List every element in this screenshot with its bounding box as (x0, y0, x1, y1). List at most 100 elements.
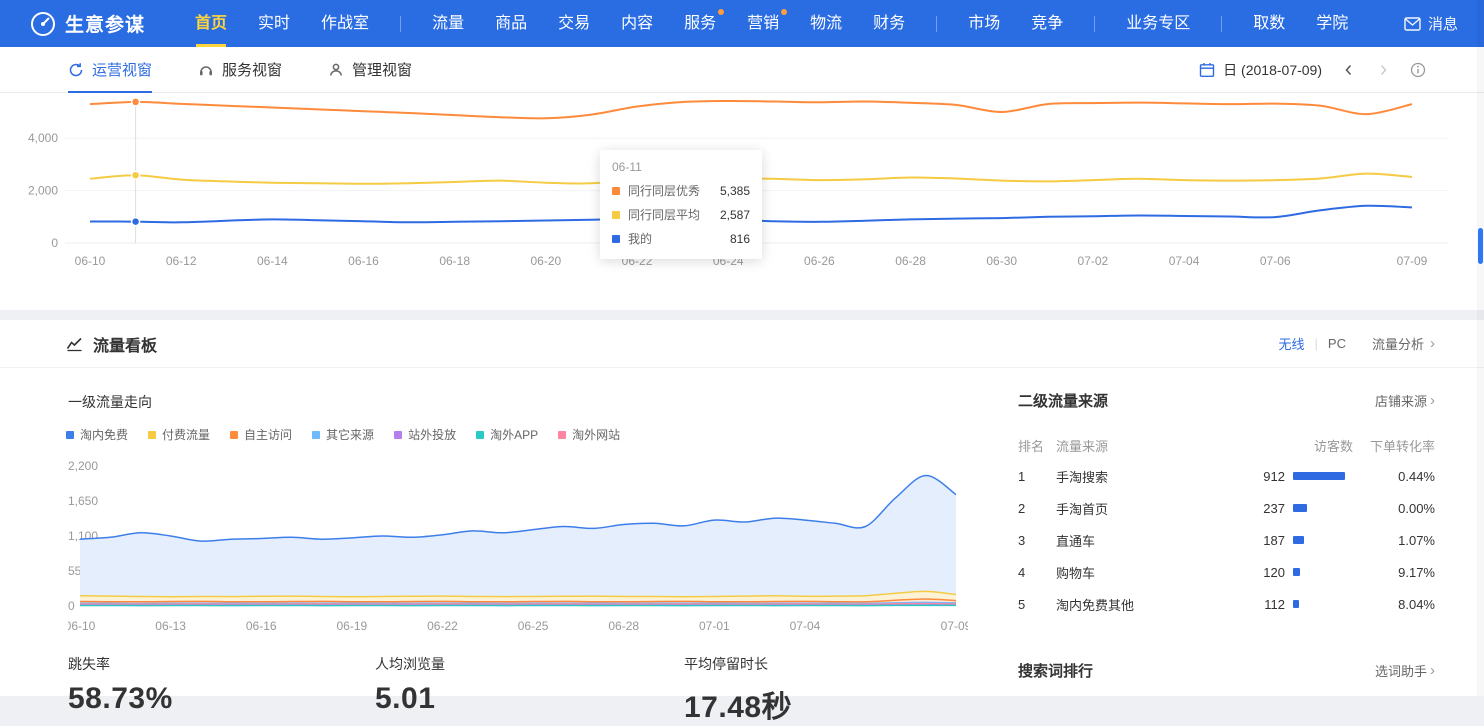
nav-item-13[interactable]: 市场 (968, 0, 1000, 47)
line-chart-icon (66, 335, 83, 352)
scrollbar-thumb[interactable] (1478, 228, 1483, 264)
metric-value: 58.73% (68, 682, 173, 716)
nav-item-14[interactable]: 竞争 (1031, 0, 1063, 47)
table-row[interactable]: 3直通车1871.07% (1018, 524, 1435, 556)
word-helper-link[interactable]: 选词助手 (1375, 661, 1435, 680)
source-cell: 直通车 (1056, 531, 1235, 550)
info-icon[interactable] (1410, 62, 1426, 78)
table-row[interactable]: 4购物车1209.17% (1018, 556, 1435, 588)
rank-cell: 1 (1018, 469, 1056, 484)
nav-item-8[interactable]: 服务 (684, 0, 716, 47)
legend-swatch (312, 431, 320, 439)
nav-item-9[interactable]: 营销 (747, 0, 779, 47)
legend-label: 淘外网站 (572, 426, 620, 443)
rate-cell: 0.44% (1353, 469, 1435, 484)
metric-value: 5.01 (375, 682, 445, 716)
tab-label: 运营视窗 (92, 59, 152, 80)
nav-item-16[interactable]: 业务专区 (1126, 0, 1190, 47)
nav-item-1[interactable]: 实时 (258, 0, 290, 47)
legend-swatch (230, 431, 238, 439)
svg-text:06-26: 06-26 (804, 254, 835, 268)
svg-text:06-24: 06-24 (713, 254, 744, 268)
nav-item-5[interactable]: 商品 (495, 0, 527, 47)
brand[interactable]: 生意参谋 (30, 10, 145, 37)
visitors-bar (1293, 536, 1304, 544)
nav-item-0[interactable]: 首页 (195, 0, 227, 47)
rank-cell: 3 (1018, 533, 1056, 548)
visitors-count: 237 (1235, 501, 1285, 516)
nav-item-7[interactable]: 内容 (621, 0, 653, 47)
svg-text:0: 0 (51, 236, 58, 250)
tab-management-view[interactable]: 管理视窗 (328, 47, 412, 93)
legend-item-3[interactable]: 其它来源 (312, 426, 374, 443)
svg-text:06-22: 06-22 (427, 619, 458, 633)
legend-swatch (394, 431, 402, 439)
messages-button[interactable]: 消息 (1404, 13, 1458, 34)
nav-item-4[interactable]: 流量 (432, 0, 464, 47)
header-source: 流量来源 (1056, 436, 1235, 455)
legend-item-6[interactable]: 淘外网站 (558, 426, 620, 443)
nav-item-18[interactable]: 取数 (1253, 0, 1285, 47)
traffic-analysis-link[interactable]: 流量分析 (1372, 334, 1435, 353)
svg-text:2,200: 2,200 (68, 459, 98, 473)
chevron-left-icon[interactable] (1342, 63, 1356, 77)
rank-cell: 2 (1018, 501, 1056, 516)
nav-item-11[interactable]: 财务 (873, 0, 905, 47)
scrollbar-track[interactable] (1477, 0, 1484, 696)
metric-label: 平均停留时长 (684, 654, 792, 674)
date-picker[interactable]: 日 (2018-07-09) (1199, 60, 1322, 80)
visitors-bar (1293, 504, 1307, 512)
svg-text:07-02: 07-02 (1078, 254, 1109, 268)
chevron-right-icon[interactable] (1376, 63, 1390, 77)
legend-swatch (558, 431, 566, 439)
visitors-count: 112 (1235, 597, 1285, 612)
nav-item-19[interactable]: 学院 (1316, 0, 1348, 47)
toggle-pc[interactable]: PC (1328, 336, 1346, 351)
industry-trend-chart[interactable]: 02,0004,00006-1006-1206-1406-1606-1806-2… (0, 93, 1484, 310)
table-row[interactable]: 2手淘首页2370.00% (1018, 492, 1435, 524)
primary-trend-chart[interactable]: 05501,1001,6502,20006-1006-1306-1606-190… (68, 454, 968, 644)
legend-label: 自主访问 (244, 426, 292, 443)
table-row[interactable]: 1手淘搜索9120.44% (1018, 460, 1435, 492)
nav-item-10[interactable]: 物流 (810, 0, 842, 47)
top-navbar: 生意参谋 首页实时作战室 流量商品交易内容服务营销物流财务 市场竞争 业务专区 取数学院… (0, 0, 1484, 47)
nav-item-2[interactable]: 作战室 (321, 0, 369, 47)
svg-text:06-16: 06-16 (348, 254, 379, 268)
source-cell: 手淘首页 (1056, 499, 1235, 518)
viewbar-right: 日 (2018-07-09) (1199, 60, 1426, 80)
legend-swatch (476, 431, 484, 439)
rate-cell: 1.07% (1353, 533, 1435, 548)
notification-dot (781, 9, 787, 15)
nav-item-6[interactable]: 交易 (558, 0, 590, 47)
legend-item-0[interactable]: 淘内免费 (66, 426, 128, 443)
primary-legend: 淘内免费 付费流量 自主访问 其它来源 站外投放 淘外APP 淘外网站 (66, 426, 620, 443)
envelope-icon (1404, 17, 1421, 31)
svg-text:06-12: 06-12 (166, 254, 197, 268)
legend-item-4[interactable]: 站外投放 (394, 426, 456, 443)
toggle-divider: | (1315, 336, 1318, 351)
brand-title: 生意参谋 (65, 10, 145, 37)
tab-service-view[interactable]: 服务视窗 (198, 47, 282, 93)
toggle-wireless[interactable]: 无线 (1279, 334, 1305, 353)
source-table-header: 排名 流量来源 访客数 下单转化率 (1018, 430, 1435, 460)
legend-item-1[interactable]: 付费流量 (148, 426, 210, 443)
svg-text:07-09: 07-09 (1397, 254, 1428, 268)
shop-source-link[interactable]: 店铺来源 (1375, 391, 1435, 410)
legend-item-5[interactable]: 淘外APP (476, 426, 538, 443)
tab-operation-view[interactable]: 运营视窗 (68, 47, 152, 93)
rate-cell: 8.04% (1353, 597, 1435, 612)
notification-dot (718, 9, 724, 15)
svg-text:06-20: 06-20 (531, 254, 562, 268)
legend-item-2[interactable]: 自主访问 (230, 426, 292, 443)
messages-label: 消息 (1428, 13, 1458, 34)
svg-text:06-28: 06-28 (895, 254, 926, 268)
nav-divider (1221, 16, 1222, 32)
visitors-cell: 112 (1235, 597, 1353, 612)
tab-label: 管理视窗 (352, 59, 412, 80)
svg-text:0: 0 (68, 599, 75, 613)
source-cell: 淘内免费其他 (1056, 595, 1235, 614)
refresh-icon (68, 62, 84, 78)
svg-text:07-09: 07-09 (941, 619, 968, 633)
svg-text:06-14: 06-14 (257, 254, 288, 268)
table-row[interactable]: 5淘内免费其他1128.04% (1018, 588, 1435, 620)
